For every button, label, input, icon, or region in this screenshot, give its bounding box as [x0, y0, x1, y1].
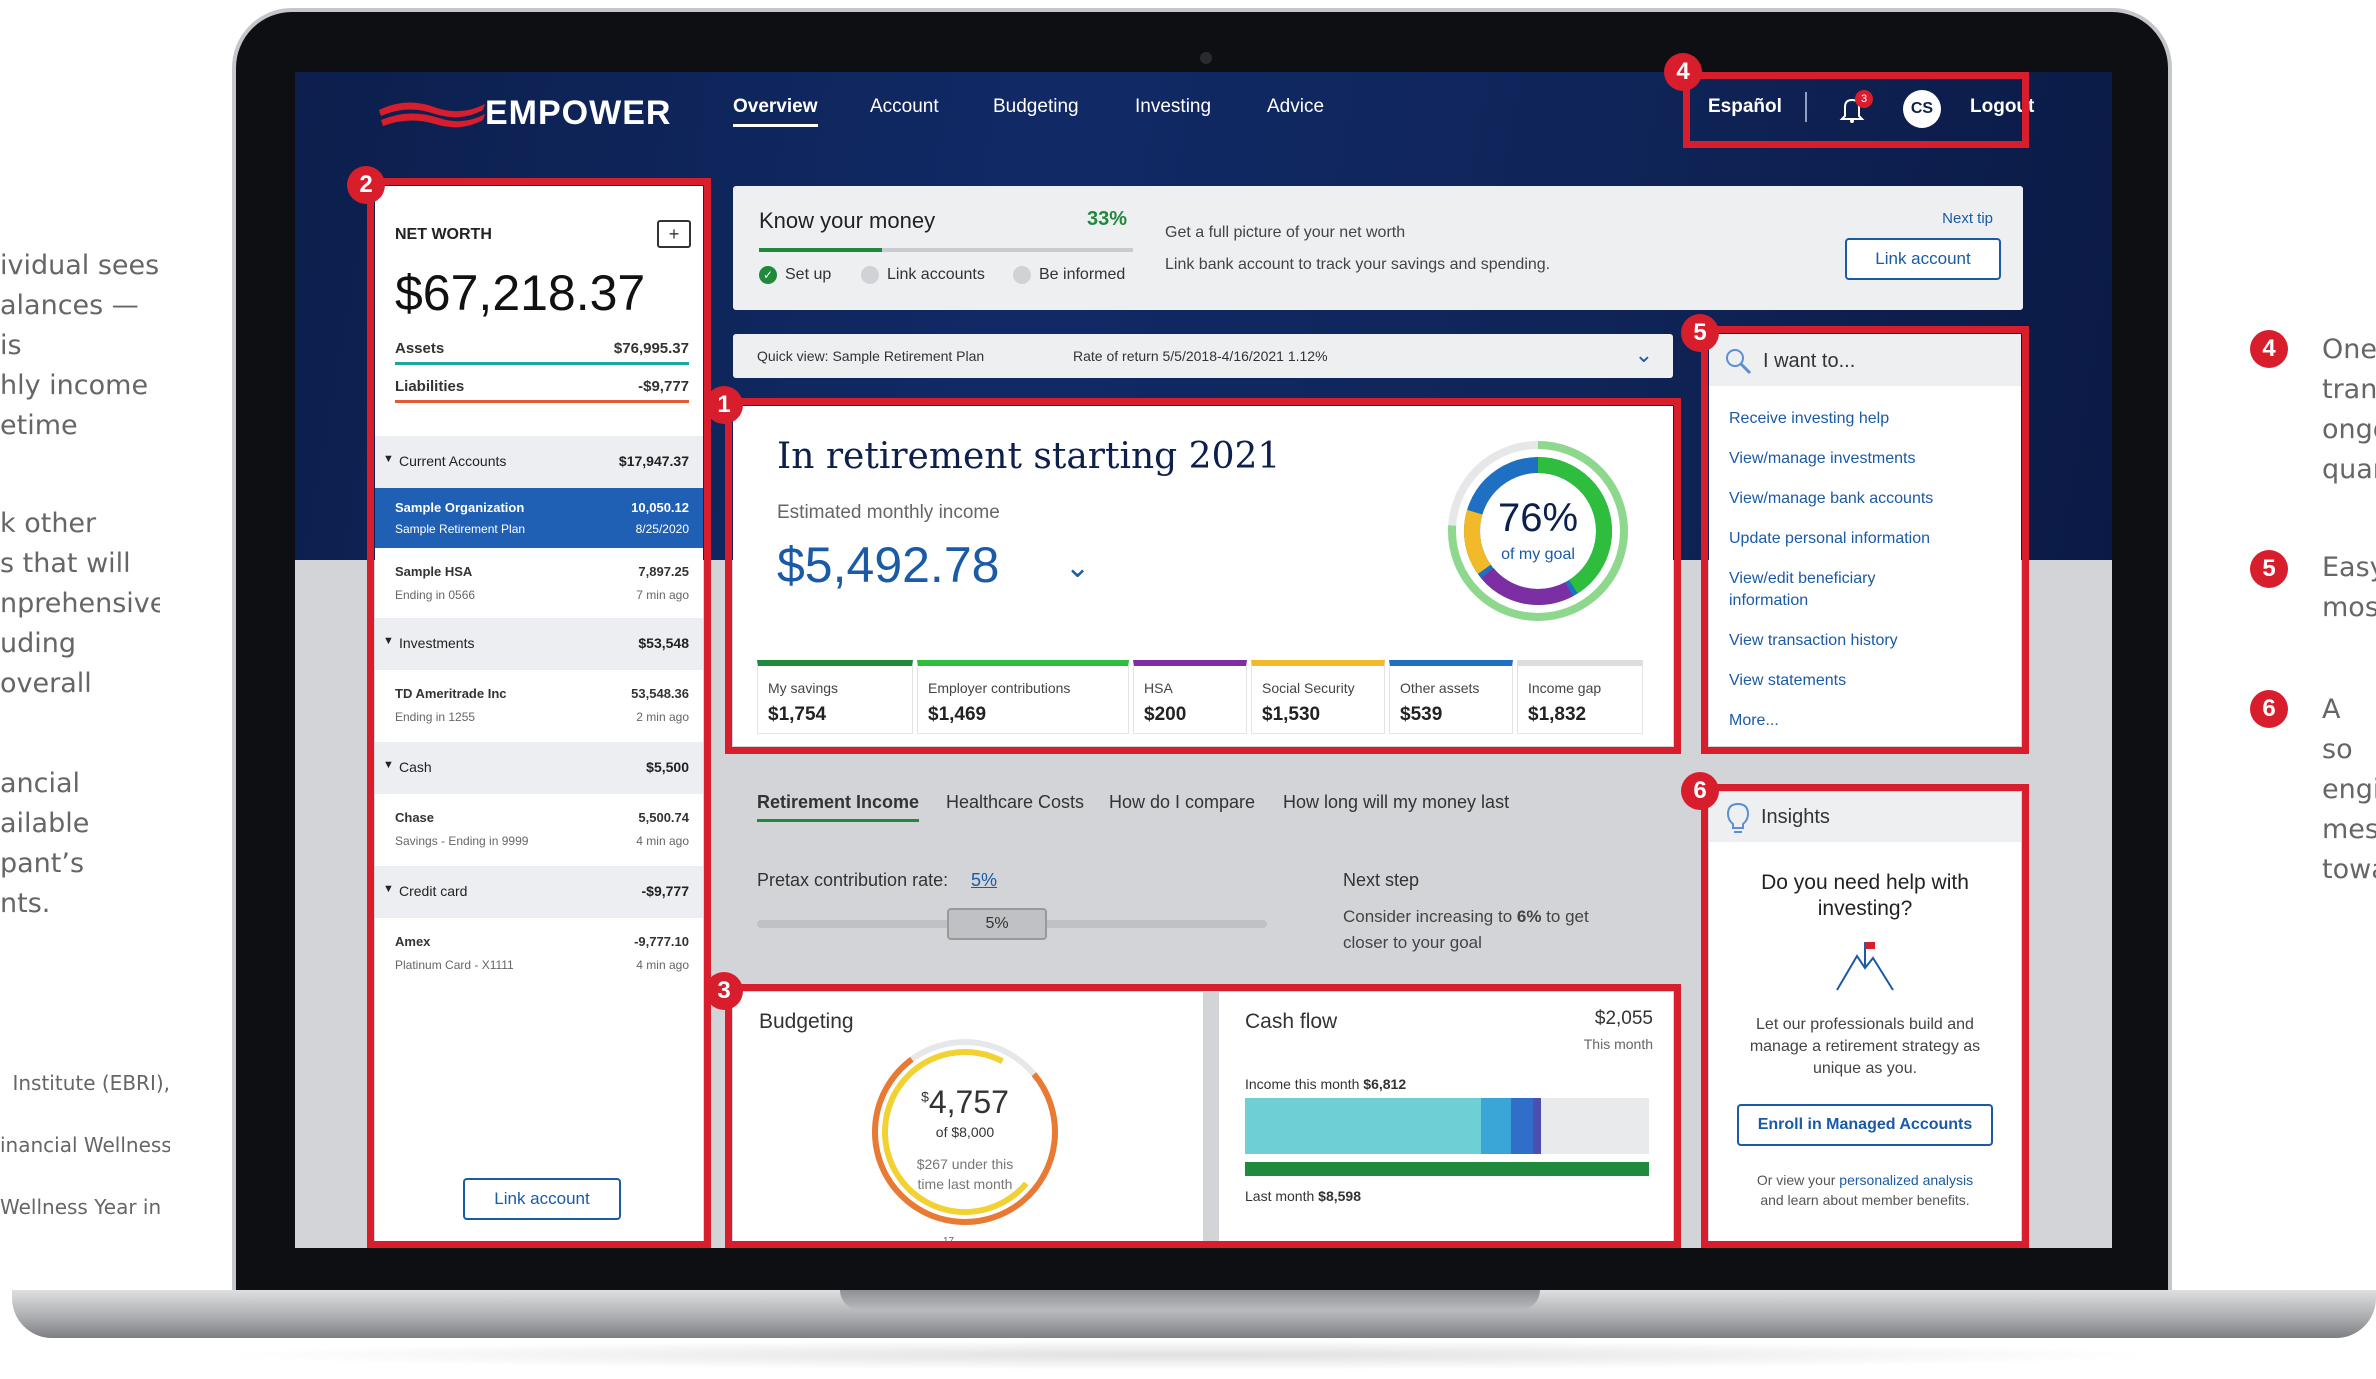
highlight-frame-6: [1701, 784, 2029, 1248]
right-note-5: Easy mos: [2322, 552, 2376, 623]
left-note-3: ancial ailable pant’s nts.: [0, 768, 90, 919]
app-screen: EMPOWER Overview Account Budgeting Inves…: [295, 72, 2112, 1248]
chevron-down-icon[interactable]: ⌄: [1635, 342, 1653, 368]
legend-badge-6: 6: [2250, 690, 2288, 728]
left-note-small-2: inancial Wellness: [0, 1133, 170, 1157]
highlight-frame-1: [725, 398, 1681, 754]
know-title: Know your money: [759, 208, 936, 233]
right-note-4: One tran ongo quar: [2322, 334, 2376, 485]
right-note-6: A so engi mes towa: [2322, 694, 2376, 885]
know-your-money-banner: Know your money 33% ✓ Set up Link accoun…: [733, 186, 2023, 310]
step-be-informed: Be informed: [1039, 266, 1126, 283]
nav-advice[interactable]: Advice: [1267, 96, 1324, 118]
tab-healthcare-costs[interactable]: Healthcare Costs: [946, 792, 1084, 813]
callout-5: 5: [1681, 314, 1719, 352]
know-progress-fill: [759, 248, 883, 252]
next-step-text: Consider increasing to 6% to get closer …: [1343, 907, 1589, 952]
step-link-accounts: Link accounts: [887, 266, 985, 283]
contribution-rate-link[interactable]: 5%: [971, 870, 997, 891]
know-link-account-button[interactable]: Link account: [1845, 238, 2001, 280]
laptop-shadow: [200, 1340, 2176, 1370]
callout-2: 2: [347, 166, 385, 204]
know-progress-track: [759, 248, 1133, 252]
contribution-label: Pretax contribution rate:: [757, 870, 949, 890]
contribution-slider-handle[interactable]: 5%: [947, 908, 1047, 940]
left-note-1: ividual sees alances — is hly income eti…: [0, 250, 160, 441]
camera-icon: [1200, 52, 1212, 64]
next-step-title: Next step: [1343, 870, 1420, 890]
legend-badge-4: 4: [2250, 330, 2288, 368]
left-note-2: k other s that will nprehensive uding ov…: [0, 508, 160, 699]
check-icon: ✓: [759, 266, 777, 284]
left-note-small-3: Wellness Year in: [0, 1195, 162, 1219]
nav-account[interactable]: Account: [870, 96, 939, 118]
tab-retirement-income[interactable]: Retirement Income: [757, 792, 920, 822]
laptop-notch: [840, 1290, 1540, 1310]
callout-6: 6: [1681, 772, 1719, 810]
know-percent: 33%: [1087, 208, 1128, 230]
highlight-frame-5: [1701, 326, 2029, 754]
step-circle-icon: [861, 266, 879, 284]
highlight-frame-3: [725, 984, 1681, 1248]
nav-investing[interactable]: Investing: [1135, 96, 1211, 118]
step-circle-icon: [1013, 266, 1031, 284]
know-line-2: Link bank account to track your savings …: [1165, 256, 1551, 273]
retirement-tabs: Retirement Income Healthcare Costs How d…: [733, 792, 1673, 832]
tab-how-long[interactable]: How long will my money last: [1283, 792, 1509, 813]
legend-badge-5: 5: [2250, 550, 2288, 588]
know-line-1: Get a full picture of your net worth: [1165, 224, 1406, 241]
empower-logo-icon: [377, 94, 487, 138]
brand-name: EMPOWER: [485, 94, 672, 132]
step-setup: Set up: [785, 266, 832, 283]
callout-4: 4: [1664, 53, 1702, 91]
highlight-frame-4: [1683, 72, 2029, 148]
tab-how-do-i-compare[interactable]: How do I compare: [1109, 792, 1255, 813]
callout-1: 1: [705, 386, 743, 424]
nav-overview[interactable]: Overview: [733, 96, 818, 127]
highlight-frame-2: [367, 178, 711, 1248]
left-note-small-1: Institute (EBRI),: [12, 1071, 170, 1095]
quick-view-rate: Rate of return 5/5/2018-4/16/2021 1.12%: [1073, 348, 1328, 364]
nav-budgeting[interactable]: Budgeting: [993, 96, 1079, 118]
next-tip-link[interactable]: Next tip: [1942, 210, 1993, 227]
quick-view-label: Quick view: Sample Retirement Plan: [757, 348, 985, 364]
quick-view-bar[interactable]: Quick view: Sample Retirement Plan Rate …: [733, 334, 1673, 378]
callout-3: 3: [705, 972, 743, 1010]
